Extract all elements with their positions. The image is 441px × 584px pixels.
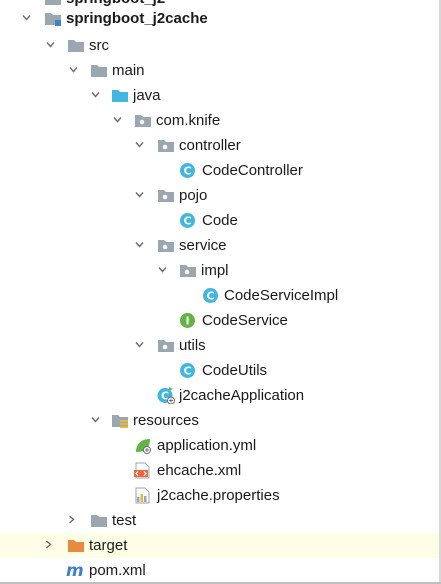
code-label: Code — [202, 212, 238, 229]
tree-row-code-service[interactable]: I CodeService — [0, 308, 441, 333]
svg-text:I: I — [185, 315, 189, 328]
properties-file-icon — [134, 487, 152, 504]
folder-icon — [67, 37, 85, 54]
package-icon — [157, 137, 175, 154]
ehcache-xml-label: ehcache.xml — [157, 462, 242, 479]
project-label: springboot_j2cache — [66, 10, 208, 27]
package-icon — [179, 262, 197, 279]
tree-row-src[interactable]: src — [0, 33, 441, 58]
svg-text:C: C — [206, 290, 214, 303]
src-label: src — [89, 37, 109, 54]
chevron-right-icon[interactable] — [67, 515, 76, 524]
chevron-down-icon[interactable] — [46, 40, 55, 49]
tree-row-utils[interactable]: utils — [0, 333, 441, 358]
module-folder-icon — [44, 10, 62, 27]
tree-row-test[interactable]: test — [0, 508, 441, 533]
test-label: test — [112, 512, 137, 529]
code-service-impl-label: CodeServiceImpl — [224, 287, 339, 304]
main-label: main — [112, 62, 145, 79]
svg-text:C: C — [183, 215, 191, 228]
package-label: com.knife — [156, 112, 221, 129]
tree-row-j2cache-properties[interactable]: j2cache.properties — [0, 483, 441, 508]
tree-row-ehcache-xml[interactable]: ehcache.xml — [0, 458, 441, 483]
source-folder-icon — [111, 87, 129, 104]
resources-folder-icon — [111, 412, 129, 429]
tree-row-package[interactable]: com.knife — [0, 108, 441, 133]
j2cache-properties-label: j2cache.properties — [157, 487, 280, 504]
tree-row-main[interactable]: main — [0, 58, 441, 83]
package-icon — [157, 187, 175, 204]
chevron-down-icon[interactable] — [158, 265, 167, 274]
excluded-folder-icon — [67, 537, 85, 554]
folder-icon — [90, 62, 108, 79]
package-icon — [134, 112, 152, 129]
tree-row-service[interactable]: service — [0, 233, 441, 258]
chevron-down-icon[interactable] — [22, 13, 31, 22]
svg-text:C: C — [183, 365, 191, 378]
package-icon — [157, 237, 175, 254]
chevron-down-icon[interactable] — [135, 340, 144, 349]
chevron-down-icon[interactable] — [69, 65, 78, 74]
tree-row-java[interactable]: java — [0, 83, 441, 108]
tree-row-code-utils[interactable]: C CodeUtils — [0, 358, 441, 383]
xml-file-icon — [134, 462, 152, 479]
spring-config-icon — [134, 437, 152, 454]
tree-row-code-service-impl[interactable]: C CodeServiceImpl — [0, 283, 441, 308]
code-controller-label: CodeController — [202, 162, 303, 179]
impl-label: impl — [201, 262, 229, 279]
chevron-down-icon[interactable] — [113, 115, 122, 124]
class-icon: C — [179, 362, 197, 379]
tree-row-project[interactable]: springboot_j2cache — [0, 6, 441, 31]
tree-row-code[interactable]: C Code — [0, 208, 441, 233]
tree-row-code-controller[interactable]: C CodeController — [0, 158, 441, 183]
pom-label: pom.xml — [89, 562, 146, 579]
class-icon: C — [179, 212, 197, 229]
spring-boot-class-icon: C — [157, 387, 175, 405]
java-label: java — [133, 87, 161, 104]
chevron-down-icon[interactable] — [135, 140, 144, 149]
utils-label: utils — [179, 337, 206, 354]
service-label: service — [179, 237, 227, 254]
chevron-down-icon[interactable] — [91, 90, 100, 99]
chevron-down-icon[interactable] — [135, 240, 144, 249]
chevron-right-icon[interactable] — [44, 540, 53, 549]
interface-icon: I — [179, 312, 197, 329]
chevron-down-icon[interactable] — [91, 415, 100, 424]
resources-label: resources — [133, 412, 199, 429]
target-label: target — [89, 537, 128, 554]
pojo-label: pojo — [179, 187, 208, 204]
controller-label: controller — [179, 137, 241, 154]
svg-text:C: C — [183, 165, 191, 178]
tree-row-impl[interactable]: impl — [0, 258, 441, 283]
class-icon: C — [202, 287, 220, 304]
class-icon: C — [179, 162, 197, 179]
app-label: j2cacheApplication — [179, 387, 305, 404]
tree-row-controller[interactable]: controller — [0, 133, 441, 158]
code-service-label: CodeService — [202, 312, 288, 329]
tree-row-application-yml[interactable]: application.yml — [0, 433, 441, 458]
application-yml-label: application.yml — [157, 437, 257, 454]
svg-text:m: m — [66, 562, 84, 579]
tree-row-resources[interactable]: resources — [0, 408, 441, 433]
maven-icon: m — [66, 561, 84, 581]
folder-icon — [90, 512, 108, 529]
package-icon — [157, 337, 175, 354]
tree-row-app[interactable]: C j2cacheApplication — [0, 383, 441, 408]
tree-row-pom[interactable]: m pom.xml — [0, 558, 441, 583]
chevron-down-icon[interactable] — [135, 190, 144, 199]
code-utils-label: CodeUtils — [202, 362, 268, 379]
tree-row-pojo[interactable]: pojo — [0, 183, 441, 208]
tree-row-target[interactable]: target — [0, 533, 441, 558]
